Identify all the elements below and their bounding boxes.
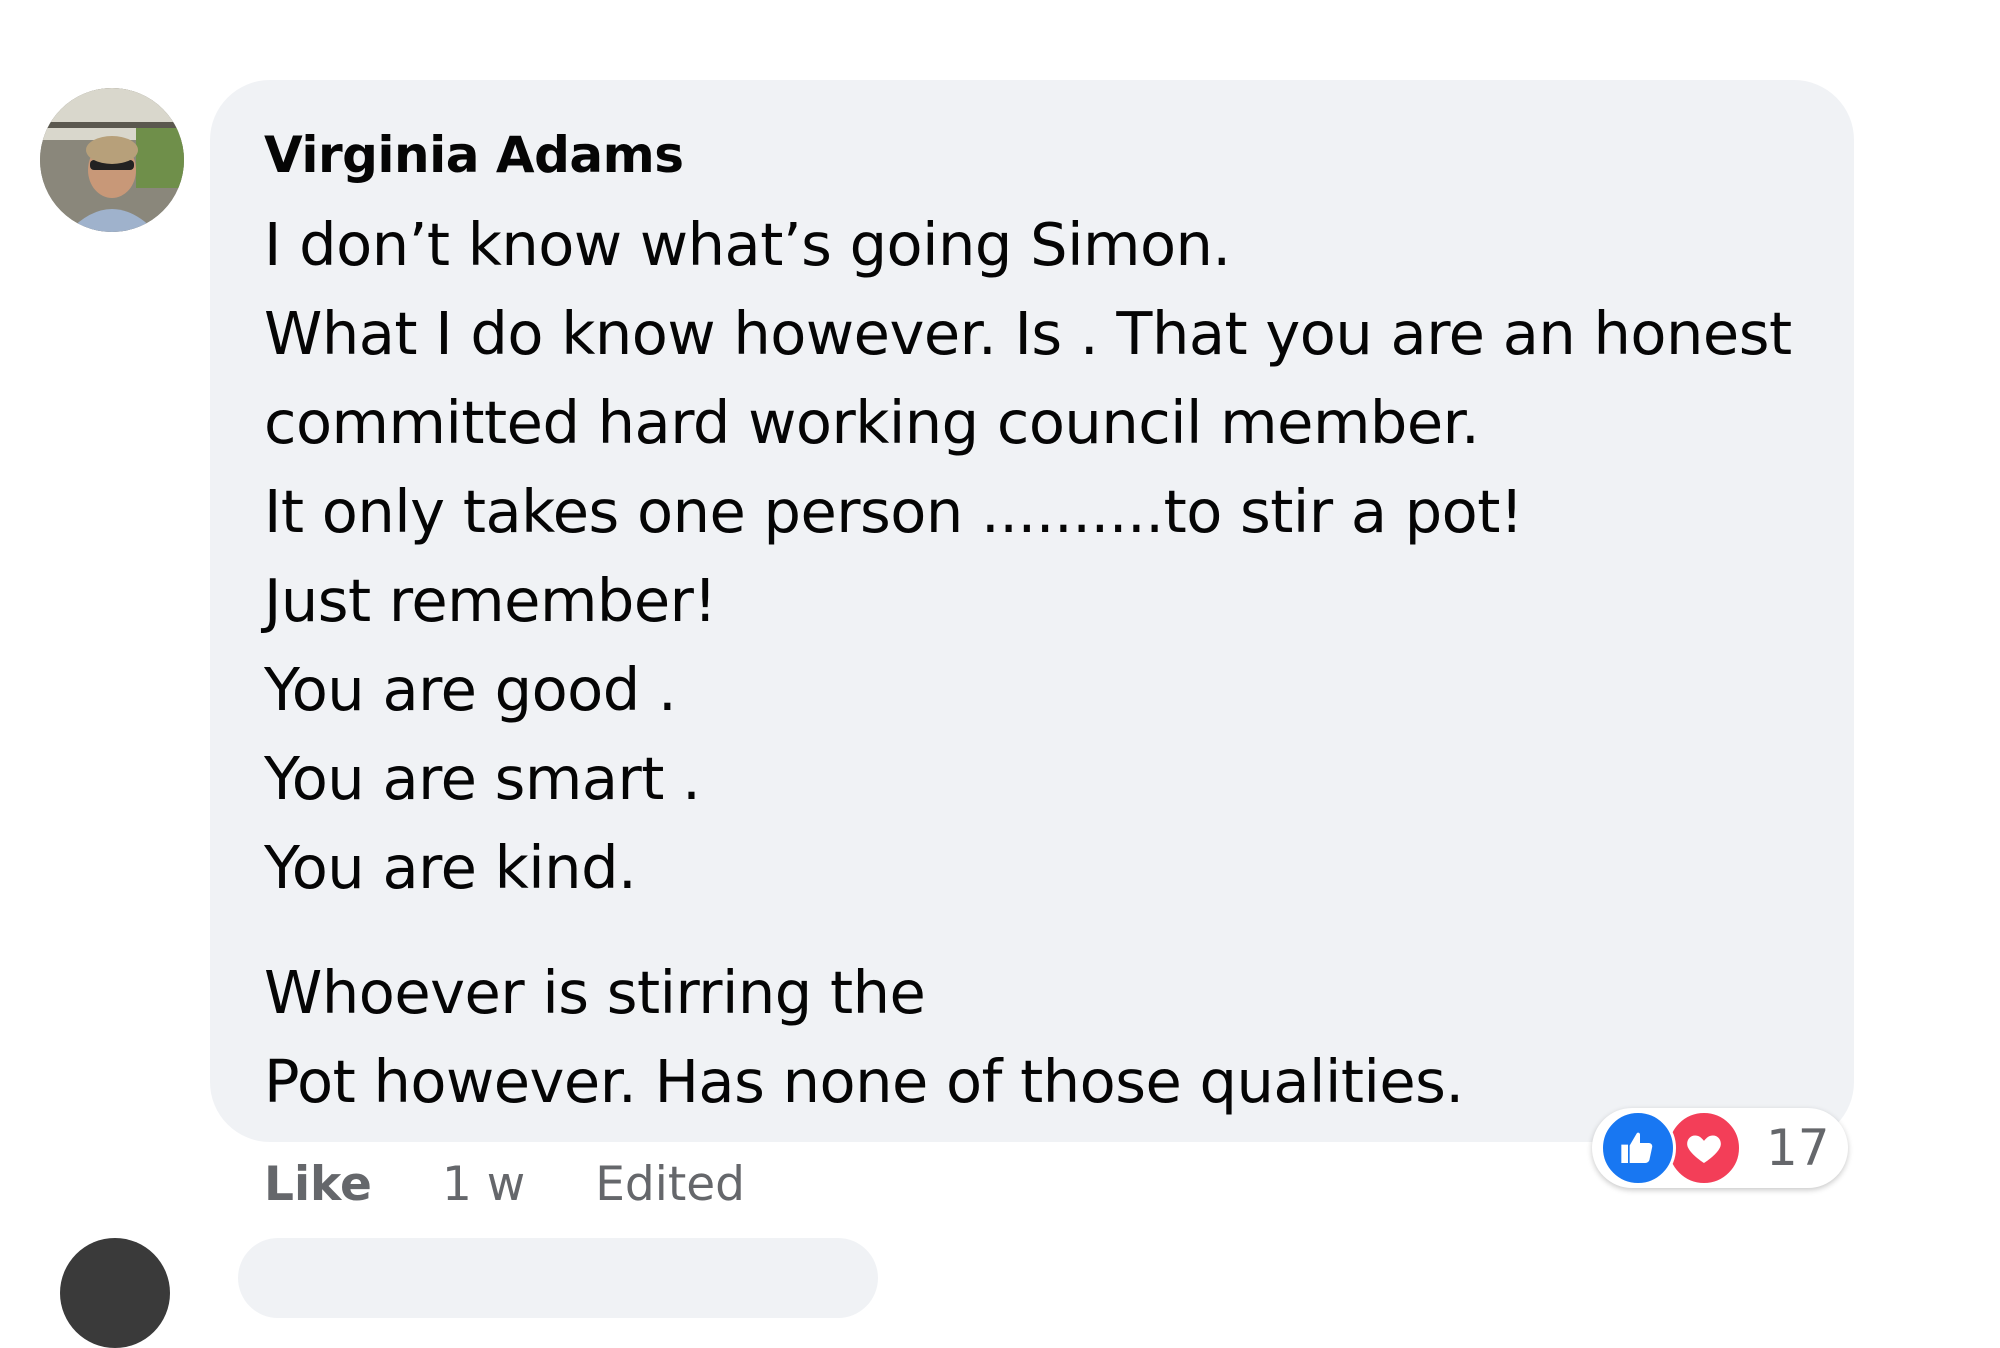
edited-label[interactable]: Edited [595, 1157, 745, 1212]
comment-line: You are smart . [264, 744, 701, 813]
author-avatar[interactable] [40, 88, 184, 232]
comment-line: You are good . [264, 655, 677, 724]
comment-line: It only takes one person ..........to st… [264, 477, 1524, 546]
comment-line: committed hard working council member. [264, 388, 1480, 457]
like-button[interactable]: Like [264, 1157, 372, 1212]
comment-line: What I do know however. Is . That you ar… [264, 299, 1792, 368]
comment-line: Just remember! [264, 566, 717, 635]
reaction-count: 17 [1766, 1119, 1830, 1177]
love-icon [1666, 1110, 1742, 1186]
avatar-photo [40, 88, 184, 232]
next-comment-avatar[interactable] [60, 1238, 170, 1348]
comment-timestamp[interactable]: 1 w [442, 1157, 525, 1212]
comment-line: Whoever is stirring the [264, 958, 926, 1027]
comment-body: I don’t know what’s going Simon. What I … [264, 200, 1824, 1126]
reactions-summary[interactable]: 17 [1592, 1108, 1848, 1188]
comment-actions: Like 1 w Edited [264, 1152, 745, 1216]
next-comment-bubble [238, 1238, 878, 1318]
like-icon [1600, 1110, 1676, 1186]
comment-line: I don’t know what’s going Simon. [264, 210, 1231, 279]
comment-line: Pot however. Has none of those qualities… [264, 1047, 1464, 1116]
comment-author-name[interactable]: Virginia Adams [264, 120, 684, 190]
comment-line: You are kind. [264, 833, 637, 902]
